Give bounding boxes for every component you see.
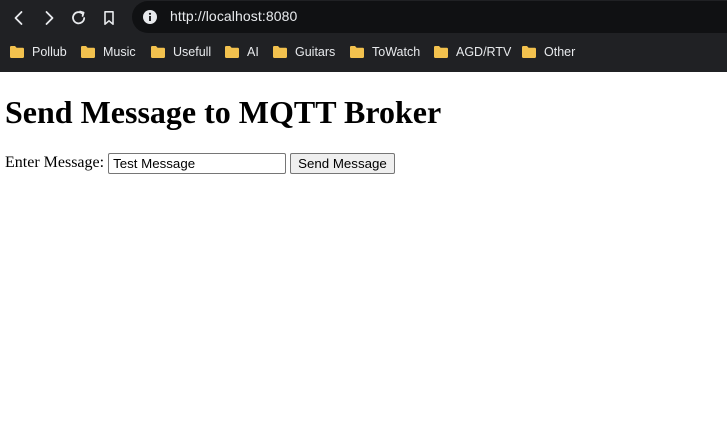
url-text[interactable]: http://localhost:8080 [170,8,297,24]
bookmark-label: Music [103,45,136,59]
bookmark-label: AGD/RTV [456,45,512,59]
bookmark-folder-usefull[interactable]: Usefull [150,42,211,62]
page-content: Send Message to MQTT Broker Enter Messag… [0,72,727,448]
bookmark-folder-towatch[interactable]: ToWatch [349,42,420,62]
arrow-right-icon [45,11,54,25]
send-message-button[interactable]: Send Message [290,152,395,174]
arrow-left-icon [14,11,23,25]
folder-icon [81,46,95,58]
reload-button[interactable] [67,6,91,30]
bookmark-label: Pollub [32,45,67,59]
page-title: Send Message to MQTT Broker [5,94,442,130]
bookmark-folder-other[interactable]: Other [521,42,575,62]
bookmarks-bar: Pollub Music Usefull AI Guitars ToWatch … [0,36,727,68]
bookmark-folder-music[interactable]: Music [80,42,136,62]
address-bar[interactable]: http://localhost:8080 [132,1,727,33]
bookmark-folder-ai[interactable]: AI [224,42,259,62]
message-label: Enter Message: [5,154,105,171]
message-form: Enter Message: Send Message [5,152,395,174]
folder-icon [434,46,448,58]
bookmark-label: AI [247,45,259,59]
back-button[interactable] [7,6,31,30]
bookmark-folder-pollub[interactable]: Pollub [9,42,67,62]
bookmark-label: Other [544,45,576,59]
folder-icon [10,46,24,58]
bookmark-label: Usefull [173,45,212,59]
reload-icon [72,10,86,25]
bookmark-icon [104,11,114,25]
bookmark-folder-guitars[interactable]: Guitars [272,42,335,62]
message-input[interactable] [108,152,287,174]
folder-icon [522,46,536,58]
browser-toolbar: http://localhost:8080 [0,0,727,36]
bookmark-folder-agd-rtv[interactable]: AGD/RTV [433,42,511,62]
folder-icon [151,46,165,58]
browser-chrome: http://localhost:8080 Pollub Music Usefu… [0,0,727,72]
folder-icon [350,46,364,58]
bookmark-label: ToWatch [372,45,421,59]
bookmark-label: Guitars [295,45,336,59]
folder-icon [225,46,239,58]
bookmark-button[interactable] [97,6,121,30]
forward-button[interactable] [37,6,61,30]
folder-icon [273,46,287,58]
info-icon[interactable] [142,9,158,25]
